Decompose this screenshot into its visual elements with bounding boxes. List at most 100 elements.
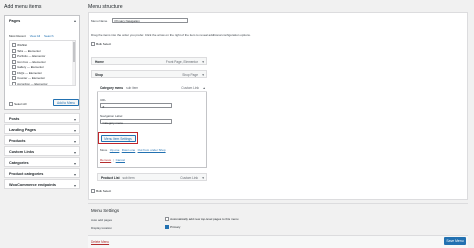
- display-location-option[interactable]: Primary: [165, 225, 180, 229]
- category-menu-sub: sub item: [126, 86, 139, 91]
- menu-item-home-type: Front Page, Elementor: [165, 60, 198, 65]
- auto-add-text: Automatically add new top-level pages to…: [170, 217, 239, 221]
- page-label: Gallery — Elementor: [17, 65, 44, 69]
- accordion-section[interactable]: Landing Pages ▾: [4, 124, 80, 134]
- cancel-link[interactable]: Cancel: [116, 158, 125, 162]
- move-row: Move Up one Down one Out from under Shop: [100, 148, 166, 152]
- menu-item-settings-button[interactable]: Menu Item Settings: [100, 134, 136, 142]
- move-down-link[interactable]: Down one: [122, 148, 136, 152]
- chevron-down-icon[interactable]: ▾: [202, 73, 204, 77]
- category-menu-type: Custom Link: [181, 86, 199, 91]
- menu-settings-title: Menu Settings: [91, 208, 120, 213]
- save-menu-button[interactable]: Save Menu: [444, 237, 466, 245]
- tab-most-recent[interactable]: Most Recent: [9, 34, 26, 38]
- move-up-link[interactable]: Up one: [110, 148, 120, 152]
- menu-item-shop-title: Shop: [95, 73, 103, 78]
- accordion-section-label: Categories: [9, 161, 29, 165]
- accordion-section[interactable]: Product categories ▾: [4, 168, 80, 178]
- footer-bar: [88, 235, 468, 248]
- page-label: Counter — Elementor: [17, 76, 46, 80]
- category-menu-title: Category menu: [100, 86, 124, 91]
- accordion-section[interactable]: Categories ▾: [4, 157, 80, 167]
- remove-separator: |: [113, 158, 114, 162]
- page-label: Accordion — Elementor: [17, 81, 48, 86]
- chevron-down-icon[interactable]: ▾: [74, 139, 76, 144]
- tab-view-all[interactable]: View All: [30, 34, 40, 38]
- bulk-select-label: Bulk Select: [96, 42, 112, 46]
- menu-name-input[interactable]: Primary Navigation: [112, 17, 188, 23]
- page-checkbox[interactable]: [12, 81, 16, 85]
- chevron-down-icon[interactable]: ▾: [74, 117, 76, 122]
- chevron-down-icon[interactable]: ▾: [74, 128, 76, 133]
- accordion-section[interactable]: Custom Links ▾: [4, 146, 80, 156]
- pages-list-scroll-thumb[interactable]: [72, 42, 75, 62]
- auto-add-checkbox[interactable]: [165, 217, 169, 221]
- accordion-section[interactable]: Posts ▾: [4, 113, 80, 123]
- chevron-down-icon[interactable]: ▾: [202, 176, 204, 180]
- menu-name-label: Menu Name: [91, 19, 108, 23]
- add-to-menu-button[interactable]: Add to Menu: [53, 99, 79, 106]
- page-checkbox[interactable]: [12, 48, 16, 53]
- chevron-up-icon[interactable]: ▴: [74, 18, 76, 23]
- menu-structure-title: Menu structure: [88, 4, 123, 10]
- primary-text: Primary: [170, 225, 181, 229]
- menu-item-product-list[interactable]: Product List sub item Custom Link ▾: [97, 173, 207, 181]
- page-checkbox[interactable]: [12, 43, 16, 48]
- bulk-select-bottom-checkbox[interactable]: [91, 189, 95, 193]
- auto-add-label: Auto add pages: [91, 218, 113, 222]
- product-list-type: Custom Link: [180, 176, 198, 181]
- pages-tabs: Most Recent View All Search: [9, 34, 54, 38]
- bulk-select-top[interactable]: Bulk Select: [91, 42, 111, 46]
- url-input[interactable]: #: [100, 103, 172, 109]
- menu-item-shop[interactable]: Shop Shop Page ▾: [91, 70, 207, 78]
- page-label: Portfolio — Elementor: [17, 54, 46, 58]
- page-checkbox[interactable]: [12, 65, 16, 70]
- delete-menu-link[interactable]: Delete Menu: [91, 240, 109, 244]
- menu-item-home-title: Home: [95, 60, 104, 65]
- tab-search[interactable]: Search: [44, 34, 54, 38]
- pages-list: Wishlist Tabs — Elementor Portfolio — Elem…: [9, 40, 76, 86]
- chevron-down-icon[interactable]: ▾: [202, 60, 204, 64]
- settings-divider: [88, 203, 468, 204]
- menu-item-home[interactable]: Home Front Page, Elementor ▾: [91, 57, 207, 65]
- page-checkbox[interactable]: [12, 59, 16, 64]
- accordion-section-label: Product categories: [9, 172, 44, 176]
- accordion-section[interactable]: WooCommerce endpoints ▾: [4, 179, 80, 189]
- select-all-label: Select All: [14, 102, 27, 106]
- move-out-link[interactable]: Out from under Shop: [138, 148, 166, 152]
- bulk-select-checkbox[interactable]: [91, 42, 95, 46]
- chevron-down-icon[interactable]: ▾: [74, 183, 76, 188]
- bulk-select-bottom-label: Bulk Select: [96, 189, 112, 193]
- accordion-section[interactable]: Products ▾: [4, 135, 80, 145]
- url-label: URL: [100, 98, 107, 102]
- display-location-label: Display location: [91, 226, 113, 230]
- page-list-item[interactable]: Accordion — Elementor: [12, 81, 48, 86]
- product-list-title: Product List: [101, 176, 120, 181]
- auto-add-option[interactable]: Automatically add new top-level pages to…: [165, 217, 238, 221]
- nav-label-label: Navigation Label: [100, 114, 123, 118]
- page-checkbox[interactable]: [12, 76, 16, 81]
- remove-cancel-row: Remove | Cancel: [100, 158, 125, 162]
- bulk-select-bottom[interactable]: Bulk Select: [91, 189, 111, 193]
- primary-checkbox[interactable]: [165, 225, 169, 229]
- accordion-section-label: Posts: [9, 117, 20, 121]
- page-checkbox[interactable]: [12, 54, 16, 59]
- chevron-down-icon[interactable]: ▾: [74, 161, 76, 166]
- add-menu-items-title: Add menu items: [4, 4, 42, 10]
- accordion-section-label: Custom Links: [9, 150, 35, 154]
- page-label: Wishlist: [17, 43, 28, 47]
- accordion-section-label: Products: [9, 139, 26, 143]
- chevron-up-icon[interactable]: ▴: [203, 86, 205, 90]
- chevron-down-icon[interactable]: ▾: [74, 150, 76, 155]
- remove-link[interactable]: Remove: [100, 158, 111, 162]
- page-label: FAQs — Elementor: [17, 70, 42, 75]
- accordion-section-label: Landing Pages: [9, 128, 37, 132]
- select-all[interactable]: Select All: [9, 102, 26, 106]
- page-checkbox[interactable]: [12, 70, 16, 75]
- menu-item-category-menu[interactable]: Category menu sub item Custom Link ▴: [97, 84, 207, 92]
- select-all-checkbox[interactable]: [9, 102, 13, 106]
- page-label: Icon box — Elementor: [17, 59, 46, 64]
- chevron-down-icon[interactable]: ▾: [74, 172, 76, 177]
- nav-label-input[interactable]: Category menu: [100, 119, 172, 125]
- pages-panel-label[interactable]: Pages: [9, 19, 20, 23]
